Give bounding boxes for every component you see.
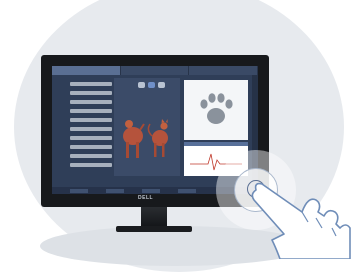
cat-icon[interactable]: [147, 119, 168, 157]
form-row: [56, 134, 112, 142]
form-row: [56, 143, 112, 151]
paw-print-panel: [184, 80, 248, 140]
form-row: [56, 80, 112, 88]
form-row: [56, 107, 112, 115]
anatomy-svg: [123, 119, 168, 158]
form-field[interactable]: [70, 145, 112, 149]
form-field[interactable]: [70, 154, 112, 158]
form-field[interactable]: [70, 91, 112, 95]
form-row: [56, 161, 112, 169]
paw-print-icon: [200, 93, 233, 124]
form-field[interactable]: [70, 118, 112, 122]
form-field[interactable]: [70, 82, 112, 86]
hand-pointer-icon: [251, 182, 351, 259]
form-row: [56, 98, 112, 106]
monitor-stand-base: [116, 226, 192, 232]
tab-1[interactable]: [52, 66, 121, 75]
form-field[interactable]: [70, 100, 112, 104]
form-row: [56, 152, 112, 160]
tab-3[interactable]: [189, 66, 258, 75]
form-row: [56, 116, 112, 124]
dog-icon[interactable]: [123, 120, 145, 158]
patient-form: [56, 80, 112, 170]
form-field[interactable]: [70, 163, 112, 167]
brand-logo: DELL: [138, 195, 154, 201]
toolbar-button[interactable]: [142, 188, 160, 193]
form-row: [56, 125, 112, 133]
form-field[interactable]: [70, 109, 112, 113]
tab-bar: [52, 66, 258, 75]
tab-2[interactable]: [120, 66, 190, 75]
form-row: [56, 89, 112, 97]
form-field[interactable]: [70, 136, 112, 140]
toolbar-button[interactable]: [70, 188, 88, 193]
anatomy-panel: [114, 78, 180, 176]
toolbar-button[interactable]: [178, 188, 196, 193]
form-field[interactable]: [70, 127, 112, 131]
toolbar-button[interactable]: [106, 188, 124, 193]
